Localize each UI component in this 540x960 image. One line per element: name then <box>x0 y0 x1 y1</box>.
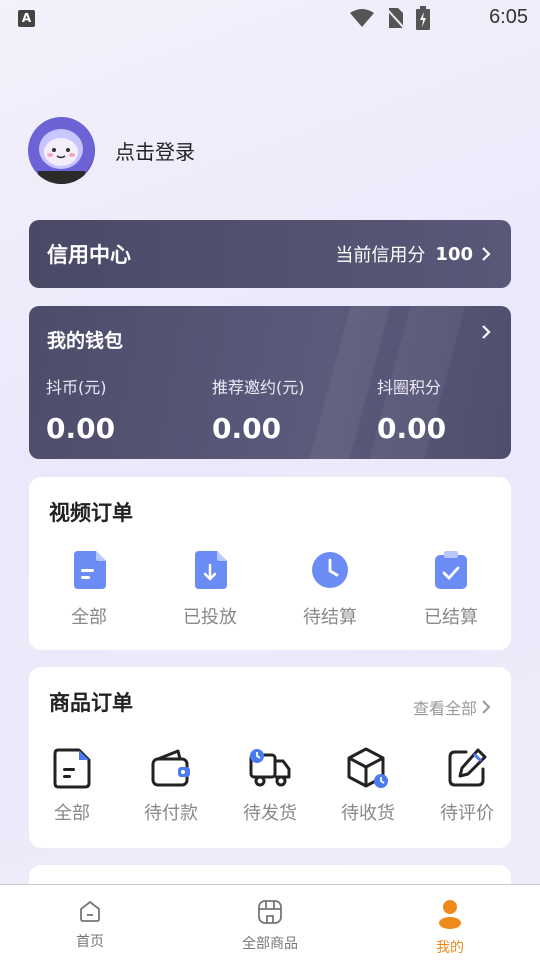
video-order-label: 待结算 <box>303 607 357 628</box>
video-order-label: 已投放 <box>183 607 237 628</box>
credit-score-label: 当前信用分 <box>335 245 426 266</box>
wallet-item-label: 推荐邀约(元) <box>212 378 305 397</box>
credit-title: 信用中心 <box>47 243 131 267</box>
status-icons <box>350 6 430 30</box>
chevron-right-icon[interactable] <box>481 324 491 340</box>
view-all-link[interactable]: 查看全部 <box>413 695 491 719</box>
package-icon <box>347 747 388 788</box>
wallet-item-coins[interactable]: 抖币(元) 0.00 <box>46 374 115 445</box>
truck-icon <box>249 749 291 787</box>
wallet-item-value: 0.00 <box>46 412 116 445</box>
store-icon <box>258 900 282 924</box>
status-bar: A 6:05 <box>0 0 540 36</box>
wallet-item-points[interactable]: 抖圈积分 0.00 <box>377 374 446 445</box>
edit-icon <box>448 748 487 787</box>
video-order-label: 已结算 <box>424 607 478 628</box>
document-icon <box>74 551 106 589</box>
clipboard-check-icon <box>435 551 467 589</box>
profile-login[interactable]: 点击登录 <box>28 117 195 184</box>
video-order-pending-settle[interactable]: 待结算 <box>285 551 375 628</box>
no-sim-icon <box>386 7 404 29</box>
credit-score-value: 100 <box>435 243 473 265</box>
tab-all-goods[interactable]: 全部商品 <box>220 899 320 953</box>
login-text[interactable]: 点击登录 <box>115 136 195 165</box>
video-order-label: 全部 <box>71 607 107 628</box>
goods-order-all[interactable]: 全部 <box>32 747 112 824</box>
app-notification-icon: A <box>18 10 35 27</box>
credit-score-row[interactable]: 当前信用分 100 <box>335 241 491 267</box>
goods-order-label: 全部 <box>54 803 90 824</box>
credit-center-card[interactable]: 信用中心 当前信用分 100 <box>29 220 511 288</box>
goods-order-label: 待发货 <box>243 803 297 824</box>
astronaut-avatar-icon <box>28 117 94 184</box>
goods-order-to-review[interactable]: 待评价 <box>427 747 507 824</box>
goods-orders-title: 商品订单 <box>49 691 133 715</box>
download-document-icon <box>195 551 227 589</box>
wallet-item-value: 0.00 <box>377 412 447 445</box>
user-icon <box>439 900 461 929</box>
tab-label: 首页 <box>76 934 104 950</box>
wallet-title: 我的钱包 <box>47 330 124 352</box>
video-order-placed[interactable]: 已投放 <box>165 551 255 628</box>
avatar[interactable] <box>28 117 95 184</box>
wallet-item-value: 0.00 <box>212 412 282 445</box>
status-time: 6:05 <box>489 6 528 28</box>
video-orders-card: 视频订单 全部 已投放 待结算 已结算 <box>29 477 511 650</box>
wallet-item-referral[interactable]: 推荐邀约(元) 0.00 <box>212 374 305 445</box>
view-all-label: 查看全部 <box>412 699 477 718</box>
goods-order-to-receive[interactable]: 待收货 <box>328 747 408 824</box>
goods-order-to-ship[interactable]: 待发货 <box>230 747 310 824</box>
tab-home[interactable]: 首页 <box>40 899 140 951</box>
goods-order-label: 待评价 <box>440 803 494 824</box>
clock-icon <box>312 552 348 588</box>
wallet-item-label: 抖币(元) <box>46 378 107 397</box>
video-order-all[interactable]: 全部 <box>44 551 134 628</box>
wifi-icon <box>350 9 374 27</box>
wallet-card[interactable]: 我的钱包 抖币(元) 0.00 推荐邀约(元) 0.00 抖圈积分 0.00 <box>29 306 511 459</box>
bottom-tab-bar: 首页 全部商品 我的 <box>0 884 540 960</box>
document-icon <box>53 748 91 789</box>
goods-orders-card: 商品订单 查看全部 全部 待付款 待发货 待收货 待评价 <box>29 667 511 848</box>
wallet-item-label: 抖圈积分 <box>377 378 442 397</box>
tab-label: 我的 <box>436 940 464 956</box>
chevron-right-icon <box>482 700 491 714</box>
goods-order-label: 待收货 <box>341 803 395 824</box>
goods-order-unpaid[interactable]: 待付款 <box>131 747 211 824</box>
chevron-right-icon <box>482 247 491 261</box>
tab-mine[interactable]: 我的 <box>400 899 500 957</box>
video-orders-title: 视频订单 <box>49 501 133 525</box>
home-icon <box>80 901 100 922</box>
wallet-icon <box>151 749 190 787</box>
battery-icon <box>416 6 430 30</box>
video-order-settled[interactable]: 已结算 <box>406 551 496 628</box>
goods-order-label: 待付款 <box>144 803 198 824</box>
tab-label: 全部商品 <box>242 936 298 952</box>
